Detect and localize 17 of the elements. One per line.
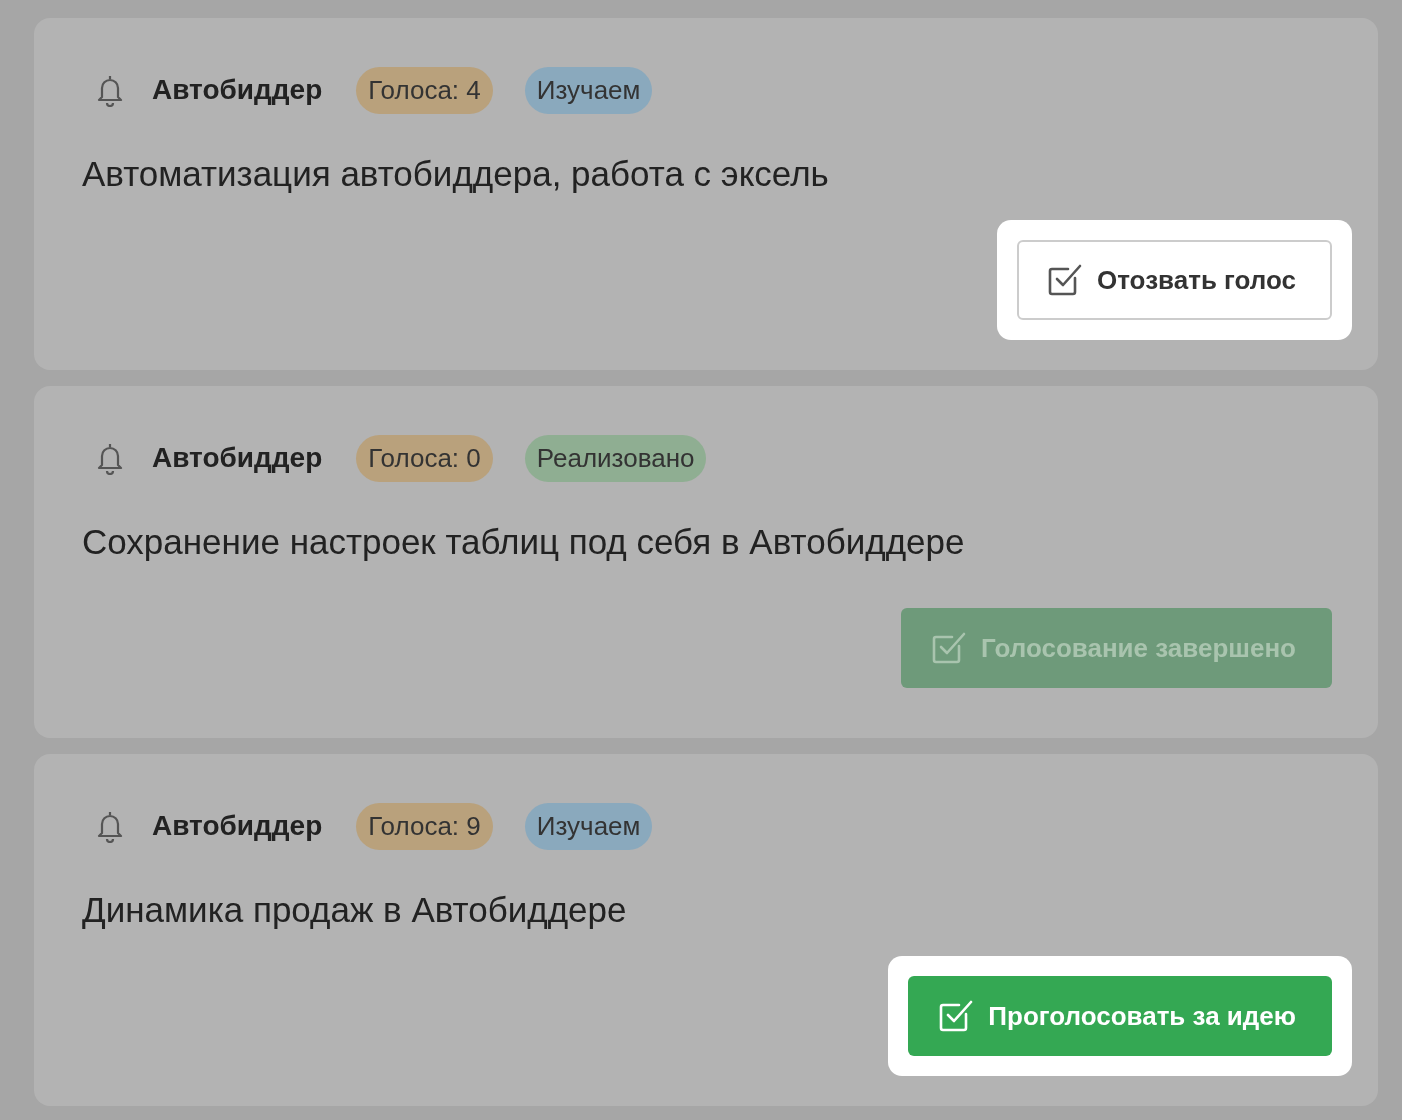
revoke-vote-button[interactable]: Отозвать голос bbox=[1017, 240, 1332, 320]
vote-button[interactable]: Проголосовать за идею bbox=[908, 976, 1332, 1056]
category-label: Автобиддер bbox=[152, 442, 323, 474]
votes-badge: Голоса: 9 bbox=[356, 802, 493, 850]
idea-title: Динамика продаж в Автобиддере bbox=[82, 890, 628, 930]
idea-title: Автоматизация автобиддера, работа с эксель bbox=[82, 154, 830, 194]
status-badge: Реализовано bbox=[524, 434, 707, 482]
category-label: Автобиддер bbox=[152, 74, 323, 106]
category-label: Автобиддер bbox=[152, 810, 323, 842]
status-badge: Изучаем bbox=[524, 66, 653, 114]
checkbox-icon bbox=[1047, 262, 1083, 298]
idea-title: Сохранение настроек таблиц под себя в Автобиддере bbox=[82, 522, 966, 562]
checkbox-icon bbox=[938, 998, 975, 1034]
votes-badge: Голоса: 4 bbox=[356, 66, 493, 114]
status-badge: Изучаем bbox=[524, 802, 653, 850]
votes-badge: Голоса: 0 bbox=[356, 434, 493, 482]
checkbox-icon bbox=[931, 630, 968, 666]
